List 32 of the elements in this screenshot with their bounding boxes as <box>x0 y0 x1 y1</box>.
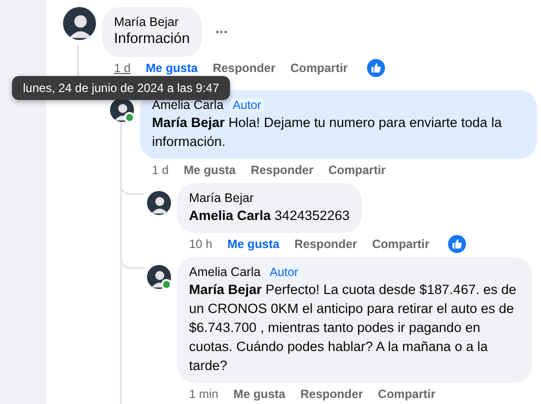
like-link[interactable]: Me gusta <box>146 61 198 75</box>
share-link[interactable]: Compartir <box>328 163 386 177</box>
comment-text: Amelia Carla 3424352263 <box>189 207 350 225</box>
like-link[interactable]: Me gusta <box>233 387 286 401</box>
author-badge: Autor <box>266 265 302 279</box>
timestamp-link[interactable]: 1 d <box>114 61 131 75</box>
reply-link[interactable]: Responder <box>250 163 314 177</box>
share-link[interactable]: Compartir <box>378 387 436 401</box>
timestamp-link[interactable]: 1 d <box>152 163 169 177</box>
reply-link[interactable]: Responder <box>300 387 364 401</box>
author-name[interactable]: Amelia Carla <box>189 264 261 280</box>
reply-link[interactable]: Responder <box>212 61 276 75</box>
date-tooltip: lunes, 24 de junio de 2024 a las 9:47 <box>12 76 230 100</box>
comment-text: María Bejar Hola! Dejame tu numero para enviarte toda la información. <box>152 114 503 151</box>
avatar[interactable] <box>147 191 171 215</box>
more-options-button[interactable]: ••• <box>216 27 228 37</box>
author-name[interactable]: María Bejar <box>189 190 254 206</box>
reply-link[interactable]: Responder <box>294 237 358 251</box>
author-name[interactable]: Amelia Carla <box>152 97 224 113</box>
like-reaction-icon[interactable] <box>366 59 385 77</box>
like-link[interactable]: Me gusta <box>227 237 280 251</box>
timestamp-link[interactable]: 10 h <box>189 237 212 251</box>
author-name[interactable]: María Bejar <box>114 14 179 30</box>
avatar[interactable] <box>63 7 96 40</box>
comment-text: María Bejar Perfecto! La cuota desde $187.467. es de un CRONOS 0KM el anticipo para retirar el auto es de $6.743.700 , mientras tanto podes ir pagando en cuotas. Cuándo podes hablar? A la mañana o a la tarde? <box>189 281 518 375</box>
like-link[interactable]: Me gusta <box>184 163 236 177</box>
share-link[interactable]: Compartir <box>372 237 430 251</box>
share-link[interactable]: Compartir <box>290 61 348 75</box>
author-badge: Autor <box>230 98 264 112</box>
comment-text: Información <box>114 30 190 49</box>
like-reaction-icon[interactable] <box>448 235 466 253</box>
timestamp-link[interactable]: 1 min <box>189 387 218 401</box>
